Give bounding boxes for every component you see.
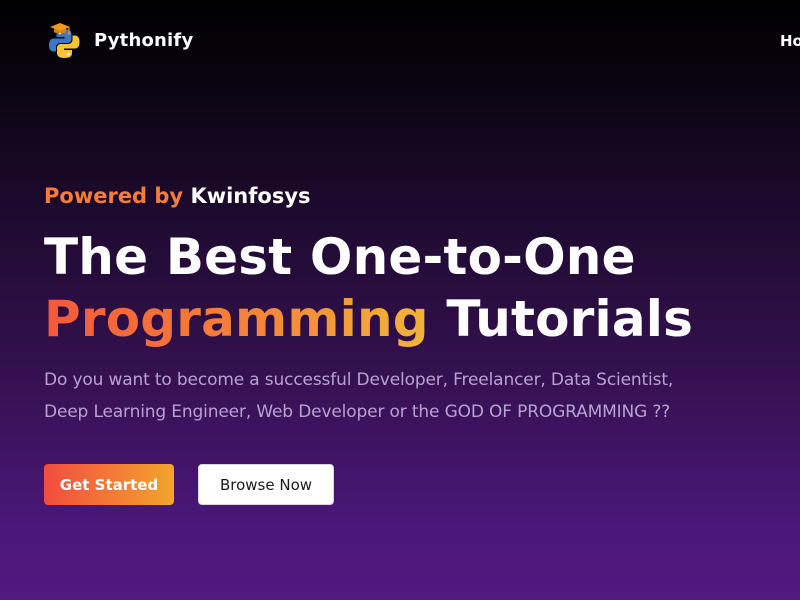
headline-highlight: Programming	[44, 290, 429, 348]
description-line-2: Deep Learning Engineer, Web Developer or…	[44, 402, 671, 422]
headline-line-1: The Best One-to-One	[44, 228, 636, 286]
hero-tagline: Powered by Kwinfosys	[44, 180, 784, 212]
hero-headline: The Best One-to-One Programming Tutorial…	[44, 226, 784, 350]
navbar: Pythonify Ho	[0, 0, 800, 84]
tagline-company: Kwinfosys	[190, 184, 311, 208]
brand-link[interactable]: Pythonify	[44, 20, 193, 60]
nav-menu: Ho	[780, 32, 800, 50]
python-graduation-cap-icon	[49, 23, 80, 58]
description-line-1: Do you want to become a successful Devel…	[44, 370, 674, 390]
tagline-prefix: Powered by	[44, 184, 184, 208]
hero-description: Do you want to become a successful Devel…	[44, 364, 784, 428]
headline-line-2: Programming Tutorials	[44, 288, 784, 350]
headline-rest: Tutorials	[446, 290, 694, 348]
get-started-button[interactable]: Get Started	[44, 464, 174, 505]
cta-buttons: Get Started Browse Now	[44, 464, 334, 505]
hero-section: Powered by Kwinfosys The Best One-to-One…	[44, 180, 784, 428]
browse-now-button[interactable]: Browse Now	[198, 464, 334, 505]
nav-item-home[interactable]: Ho	[780, 32, 800, 50]
brand-name: Pythonify	[94, 29, 194, 51]
